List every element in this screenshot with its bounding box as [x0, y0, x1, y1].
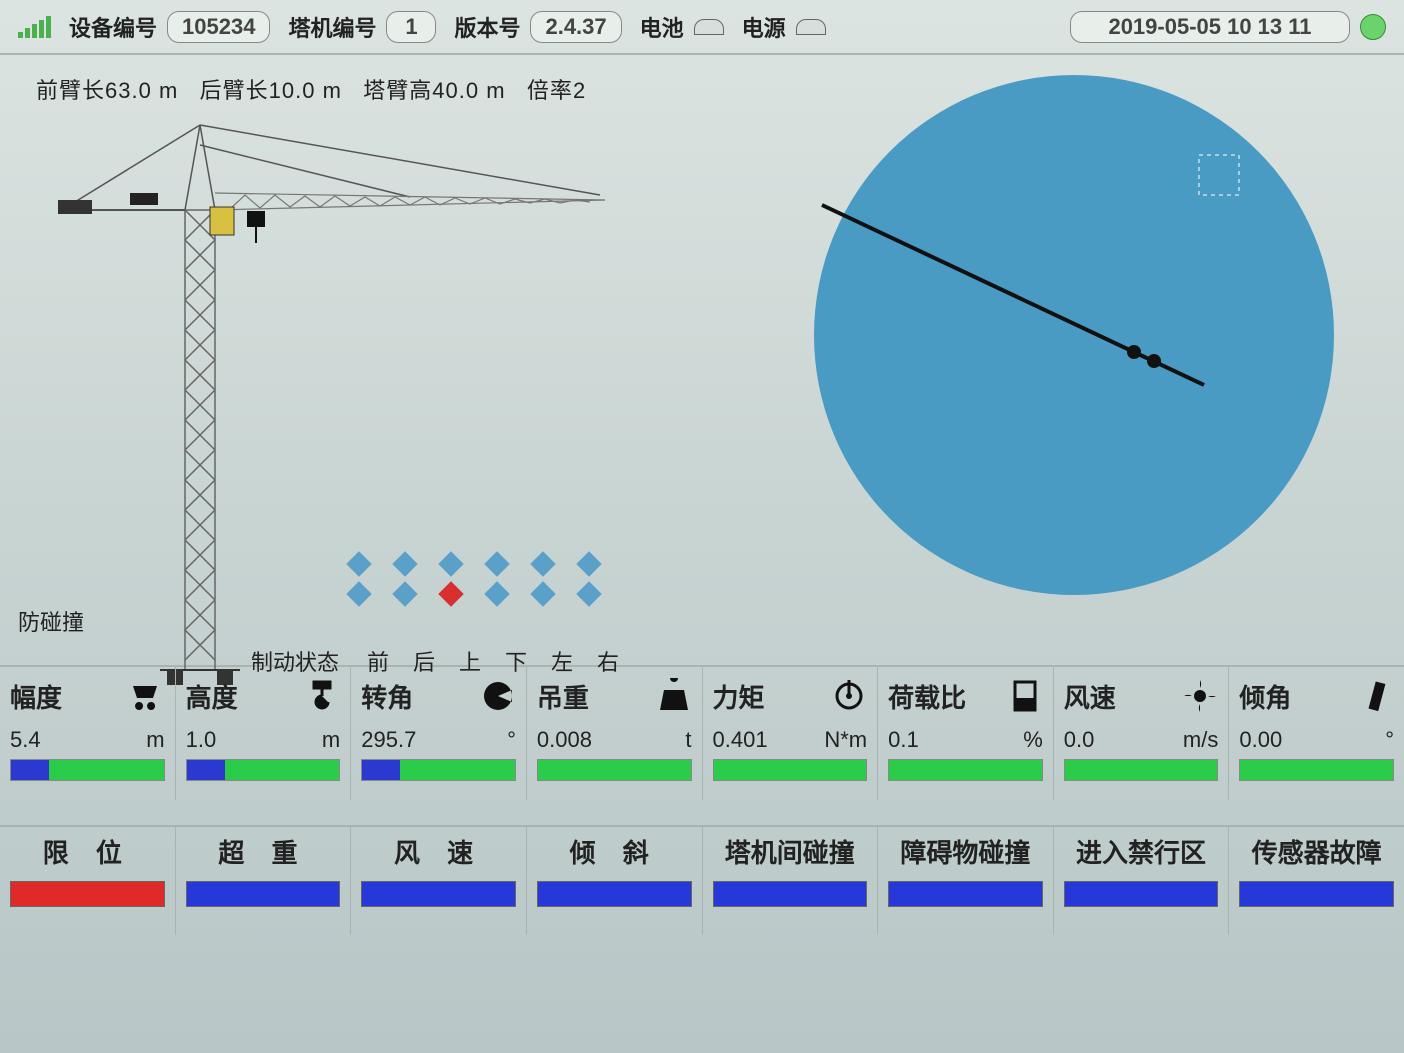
- brake-status-grid: [350, 555, 598, 615]
- metric-rotation: 转角 295.7°: [351, 667, 527, 800]
- metric-tilt: 倾角 0.00°: [1229, 667, 1404, 800]
- moment-icon: [831, 678, 867, 714]
- alarm-limit: 限 位: [0, 827, 176, 935]
- metric-load-label: 吊重: [537, 678, 589, 715]
- alarm-limit-bar: [10, 881, 165, 907]
- metric-loadratio-label: 荷载比: [888, 678, 966, 715]
- metric-amplitude-label: 幅度: [10, 678, 62, 715]
- trolley-icon: [129, 678, 165, 714]
- battery-icon: [694, 19, 724, 35]
- datetime-value: 2019-05-05 10 13 11: [1070, 11, 1350, 43]
- alarm-overload-bar: [186, 881, 341, 907]
- wind-icon: [1182, 678, 1218, 714]
- metric-amplitude: 幅度 5.4m: [0, 667, 176, 800]
- metric-moment: 力矩 0.401N*m: [703, 667, 879, 800]
- alarm-wind: 风 速: [351, 827, 527, 935]
- metric-height-bar: [186, 759, 341, 781]
- metric-height-label: 高度: [186, 678, 238, 715]
- metric-rotation-bar: [361, 759, 516, 781]
- metric-load-bar: [537, 759, 692, 781]
- alarm-zone-bar: [1064, 881, 1219, 907]
- brake-left-2: [530, 581, 555, 606]
- rotation-radar: [804, 65, 1344, 605]
- device-id-value: 105234: [167, 11, 270, 43]
- brake-back-1: [392, 551, 417, 576]
- brake-down-1: [484, 551, 509, 576]
- status-dot-icon: [1360, 14, 1386, 40]
- power-icon: [796, 19, 826, 35]
- alarm-sensor: 传感器故障: [1229, 827, 1404, 935]
- brake-right-1: [576, 551, 601, 576]
- alarm-wind-bar: [361, 881, 516, 907]
- hook-icon: [304, 678, 340, 714]
- alarm-obstacle-bar: [888, 881, 1043, 907]
- brake-up-2: [438, 581, 463, 606]
- alarm-zone: 进入禁行区: [1054, 827, 1230, 935]
- metric-wind: 风速 0.0m/s: [1054, 667, 1230, 800]
- tilt-icon: [1358, 678, 1394, 714]
- alarm-tilt: 倾 斜: [527, 827, 703, 935]
- metrics-row: 幅度 5.4m 高度 1.0m 转角 295.7° 吊重 0.008t 力矩: [0, 665, 1404, 800]
- alarm-intercrane: 塔机间碰撞: [703, 827, 879, 935]
- metric-wind-bar: [1064, 759, 1219, 781]
- alarm-tilt-bar: [537, 881, 692, 907]
- battery-label: 电池: [640, 11, 684, 43]
- brake-front-2: [346, 581, 371, 606]
- metric-moment-bar: [713, 759, 868, 781]
- brake-front-1: [346, 551, 371, 576]
- brake-down-2: [484, 581, 509, 606]
- version-label: 版本号: [454, 11, 520, 43]
- cab-icon: [210, 207, 234, 235]
- metric-moment-label: 力矩: [713, 678, 765, 715]
- version-value: 2.4.37: [530, 11, 621, 43]
- metric-loadratio-bar: [888, 759, 1043, 781]
- spec-line: 前臂长63.0 m 后臂长10.0 m 塔臂高40.0 m 倍率2: [36, 73, 586, 105]
- alarms-row: 限 位 超 重 风 速 倾 斜 塔机间碰撞 障碍物碰撞 进入禁行区 传感器故障: [0, 825, 1404, 935]
- metric-wind-label: 风速: [1064, 678, 1116, 715]
- brake-right-2: [576, 581, 601, 606]
- device-id-label: 设备编号: [69, 11, 157, 43]
- load-ratio-icon: [1007, 678, 1043, 714]
- main-panel: 前臂长63.0 m 后臂长10.0 m 塔臂高40.0 m 倍率2 防碰撞: [0, 55, 1404, 665]
- power-label: 电源: [742, 11, 786, 43]
- alarm-obstacle: 障碍物碰撞: [878, 827, 1054, 935]
- weight-icon: [656, 678, 692, 714]
- metric-rotation-label: 转角: [361, 678, 413, 715]
- alarm-sensor-bar: [1239, 881, 1394, 907]
- metric-tilt-label: 倾角: [1239, 678, 1291, 715]
- crane-id-label: 塔机编号: [288, 11, 376, 43]
- brake-back-2: [392, 581, 417, 606]
- counterweight-icon: [58, 200, 92, 214]
- metric-amplitude-bar: [10, 759, 165, 781]
- brake-up-1: [438, 551, 463, 576]
- angle-icon: [480, 678, 516, 714]
- alarm-overload: 超 重: [176, 827, 352, 935]
- crane-id-value: 1: [386, 11, 436, 43]
- metric-load: 吊重 0.008t: [527, 667, 703, 800]
- signal-icon: [18, 16, 51, 38]
- metric-loadratio: 荷载比 0.1%: [878, 667, 1054, 800]
- brake-left-1: [530, 551, 555, 576]
- metric-tilt-bar: [1239, 759, 1394, 781]
- alarm-intercrane-bar: [713, 881, 868, 907]
- header-bar: 设备编号 105234 塔机编号 1 版本号 2.4.37 电池 电源 2019…: [0, 0, 1404, 55]
- metric-height: 高度 1.0m: [176, 667, 352, 800]
